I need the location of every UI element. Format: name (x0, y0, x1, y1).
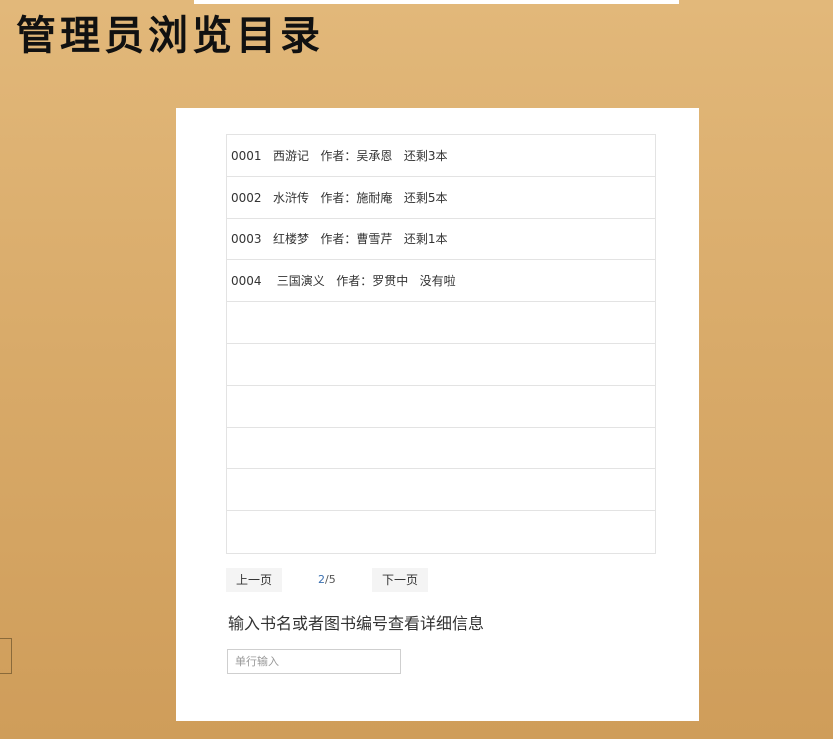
list-item[interactable]: 0004 三国演义 作者：罗贯中 没有啦 (227, 260, 655, 303)
list-item[interactable] (227, 469, 655, 512)
page-title: 管理员浏览目录 (16, 12, 324, 59)
search-heading: 输入书名或者图书编号查看详细信息 (228, 614, 485, 633)
pagination: 上一页 2/5 下一页 (226, 568, 526, 592)
search-input[interactable] (227, 649, 401, 674)
list-item[interactable]: 0002 水浒传 作者：施耐庵 还剩5本 (227, 177, 655, 219)
left-edge-frame (0, 638, 12, 674)
prev-page-button[interactable]: 上一页 (226, 568, 283, 592)
next-page-button[interactable]: 下一页 (372, 568, 429, 592)
list-item[interactable] (227, 344, 655, 386)
current-page-number: 2 (318, 573, 325, 586)
list-item[interactable]: 0003 红楼梦 作者：曹雪芹 还剩1本 (227, 219, 655, 261)
list-item[interactable] (227, 386, 655, 428)
list-item[interactable] (227, 302, 655, 344)
total-pages: /5 (325, 573, 336, 586)
list-item[interactable] (227, 428, 655, 470)
list-item[interactable]: 0001 西游记 作者：吴承恩 还剩3本 (227, 135, 655, 177)
page-indicator: 2/5 (318, 568, 336, 592)
book-list: 0001 西游记 作者：吴承恩 还剩3本 0002 水浒传 作者：施耐庵 还剩5… (226, 134, 656, 554)
catalog-panel: 0001 西游记 作者：吴承恩 还剩3本 0002 水浒传 作者：施耐庵 还剩5… (176, 108, 699, 721)
list-item[interactable] (227, 511, 655, 553)
top-white-strip (194, 0, 679, 4)
